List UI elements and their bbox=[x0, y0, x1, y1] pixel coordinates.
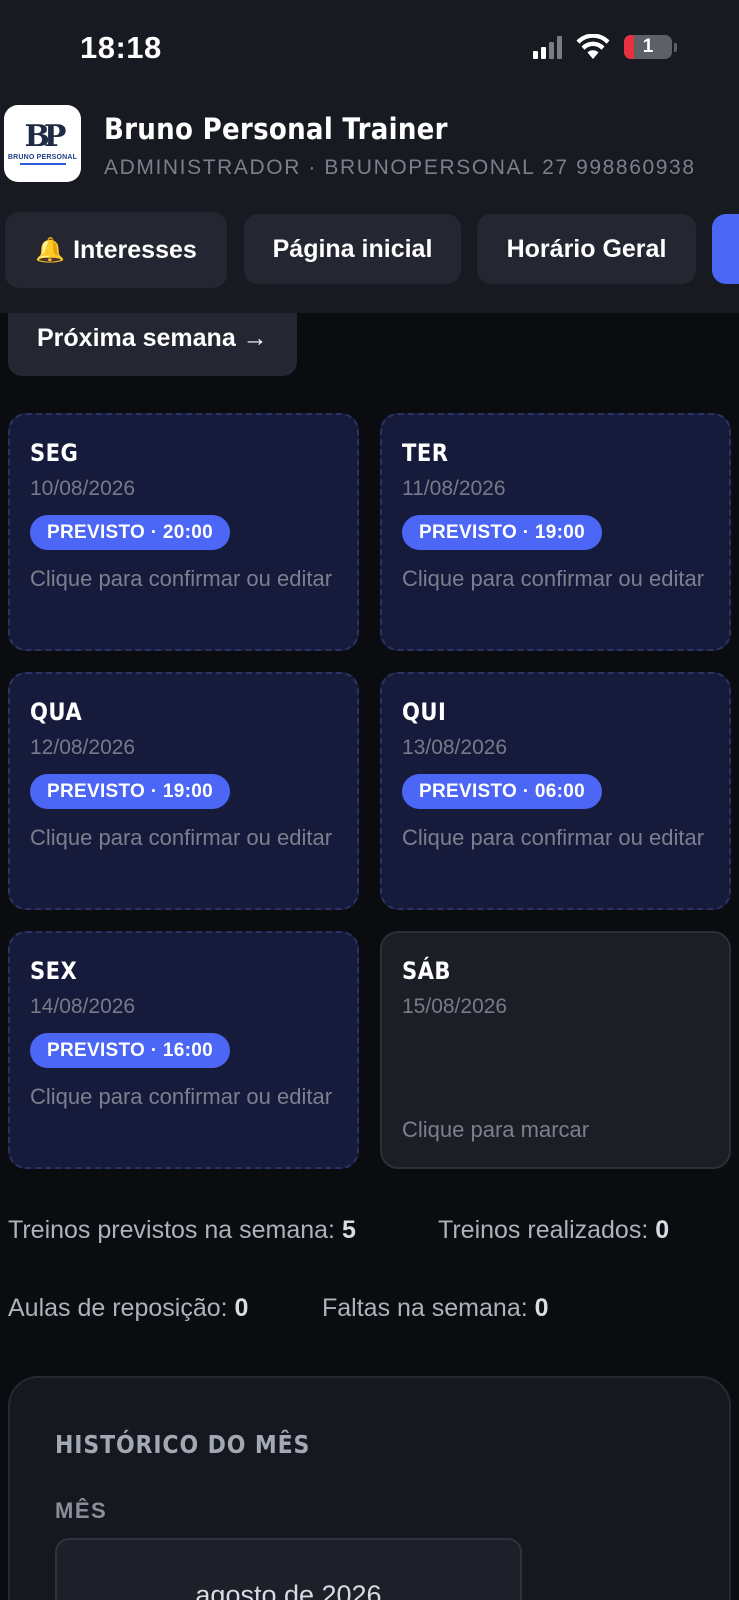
nav-interesses-label: Interesses bbox=[73, 235, 197, 264]
history-title: HISTÓRICO DO MÊS bbox=[55, 1430, 311, 1459]
app-header: 18:18 1 BP BRUNO PERSONAL Bruno Personal… bbox=[0, 0, 739, 313]
day-date: 15/08/2026 bbox=[402, 995, 508, 1018]
app-screen: 18:18 1 BP BRUNO PERSONAL Bruno Personal… bbox=[0, 0, 739, 1600]
planned-badge: PREVISTO · 19:00 bbox=[30, 774, 231, 809]
stat-makeup: Aulas de reposição: 0 bbox=[8, 1294, 248, 1323]
stat-makeup-value: 0 bbox=[234, 1294, 249, 1322]
app-subtitle: ADMINISTRADOR · BRUNOPERSONAL 27 9988609… bbox=[104, 156, 696, 179]
stat-done-value: 0 bbox=[655, 1216, 670, 1244]
day-date: 10/08/2026 bbox=[30, 477, 136, 500]
logo-text: BRUNO PERSONAL bbox=[7, 154, 78, 161]
stat-done-label: Treinos realizados: bbox=[438, 1216, 649, 1244]
stat-makeup-label: Aulas de reposição: bbox=[8, 1294, 228, 1322]
battery-level: 1 bbox=[642, 36, 654, 57]
month-select[interactable]: agosto de 2026 bbox=[55, 1538, 522, 1600]
stat-absences-label: Faltas na semana: bbox=[322, 1294, 528, 1322]
day-hint: Clique para marcar bbox=[402, 1117, 590, 1142]
status-time: 18:18 bbox=[80, 30, 162, 65]
wifi-icon bbox=[576, 34, 610, 59]
logo-monogram-icon: BP bbox=[24, 119, 67, 154]
top-nav: 🔔 Interesses Página inicial Horário Gera… bbox=[0, 211, 739, 289]
stat-absences: Faltas na semana: 0 bbox=[322, 1294, 549, 1323]
stat-planned: Treinos previstos na semana: 5 bbox=[8, 1216, 356, 1245]
nav-home-button[interactable]: Página inicial bbox=[244, 214, 461, 284]
stat-done: Treinos realizados: 0 bbox=[438, 1216, 669, 1245]
day-name: TER bbox=[402, 439, 449, 467]
nav-interesses-button[interactable]: 🔔 Interesses bbox=[5, 212, 227, 288]
stat-absences-value: 0 bbox=[534, 1294, 549, 1322]
nav-more-button[interactable] bbox=[712, 214, 739, 284]
day-name: QUI bbox=[402, 698, 447, 726]
planned-badge: PREVISTO · 06:00 bbox=[402, 774, 603, 809]
day-date: 11/08/2026 bbox=[402, 477, 506, 500]
day-card-sex[interactable]: SEX 14/08/2026 PREVISTO · 16:00 Clique p… bbox=[8, 931, 359, 1169]
day-name: QUA bbox=[30, 698, 83, 726]
day-hint: Clique para confirmar ou editar bbox=[30, 566, 333, 591]
day-name: SEX bbox=[30, 957, 78, 985]
planned-badge: PREVISTO · 16:00 bbox=[30, 1033, 231, 1068]
planned-badge: PREVISTO · 20:00 bbox=[30, 515, 231, 550]
bell-icon: 🔔 bbox=[35, 236, 66, 264]
stat-planned-value: 5 bbox=[341, 1216, 356, 1244]
day-date: 14/08/2026 bbox=[30, 995, 136, 1018]
day-date: 12/08/2026 bbox=[30, 736, 136, 759]
day-card-ter[interactable]: TER 11/08/2026 PREVISTO · 19:00 Clique p… bbox=[380, 413, 731, 651]
logo-bar bbox=[19, 163, 66, 165]
day-card-seg[interactable]: SEG 10/08/2026 PREVISTO · 20:00 Clique p… bbox=[8, 413, 359, 651]
day-hint: Clique para confirmar ou editar bbox=[402, 566, 705, 591]
day-card-sab[interactable]: SÁB 15/08/2026 Clique para marcar bbox=[380, 931, 731, 1169]
battery-icon: 1 bbox=[624, 35, 672, 59]
planned-badge: PREVISTO · 19:00 bbox=[402, 515, 603, 550]
day-name: SÁB bbox=[402, 957, 451, 985]
stat-planned-label: Treinos previstos na semana: bbox=[8, 1216, 336, 1244]
day-card-qua[interactable]: QUA 12/08/2026 PREVISTO · 19:00 Clique p… bbox=[8, 672, 359, 910]
day-name: SEG bbox=[30, 439, 79, 467]
battery-tip bbox=[674, 42, 677, 52]
app-logo: BP BRUNO PERSONAL bbox=[4, 105, 81, 182]
app-title: Bruno Personal Trainer bbox=[104, 112, 448, 146]
status-icons: 1 bbox=[533, 34, 677, 60]
day-hint: Clique para confirmar ou editar bbox=[30, 1084, 333, 1109]
day-hint: Clique para confirmar ou editar bbox=[402, 825, 705, 850]
day-card-qui[interactable]: QUI 13/08/2026 PREVISTO · 06:00 Clique p… bbox=[380, 672, 731, 910]
month-label: MÊS bbox=[55, 1498, 108, 1523]
month-history-card: HISTÓRICO DO MÊS MÊS agosto de 2026 bbox=[8, 1376, 731, 1600]
day-date: 13/08/2026 bbox=[402, 736, 508, 759]
cellular-signal-icon bbox=[533, 35, 562, 59]
day-hint: Clique para confirmar ou editar bbox=[30, 825, 333, 850]
nav-schedule-button[interactable]: Horário Geral bbox=[477, 214, 696, 284]
